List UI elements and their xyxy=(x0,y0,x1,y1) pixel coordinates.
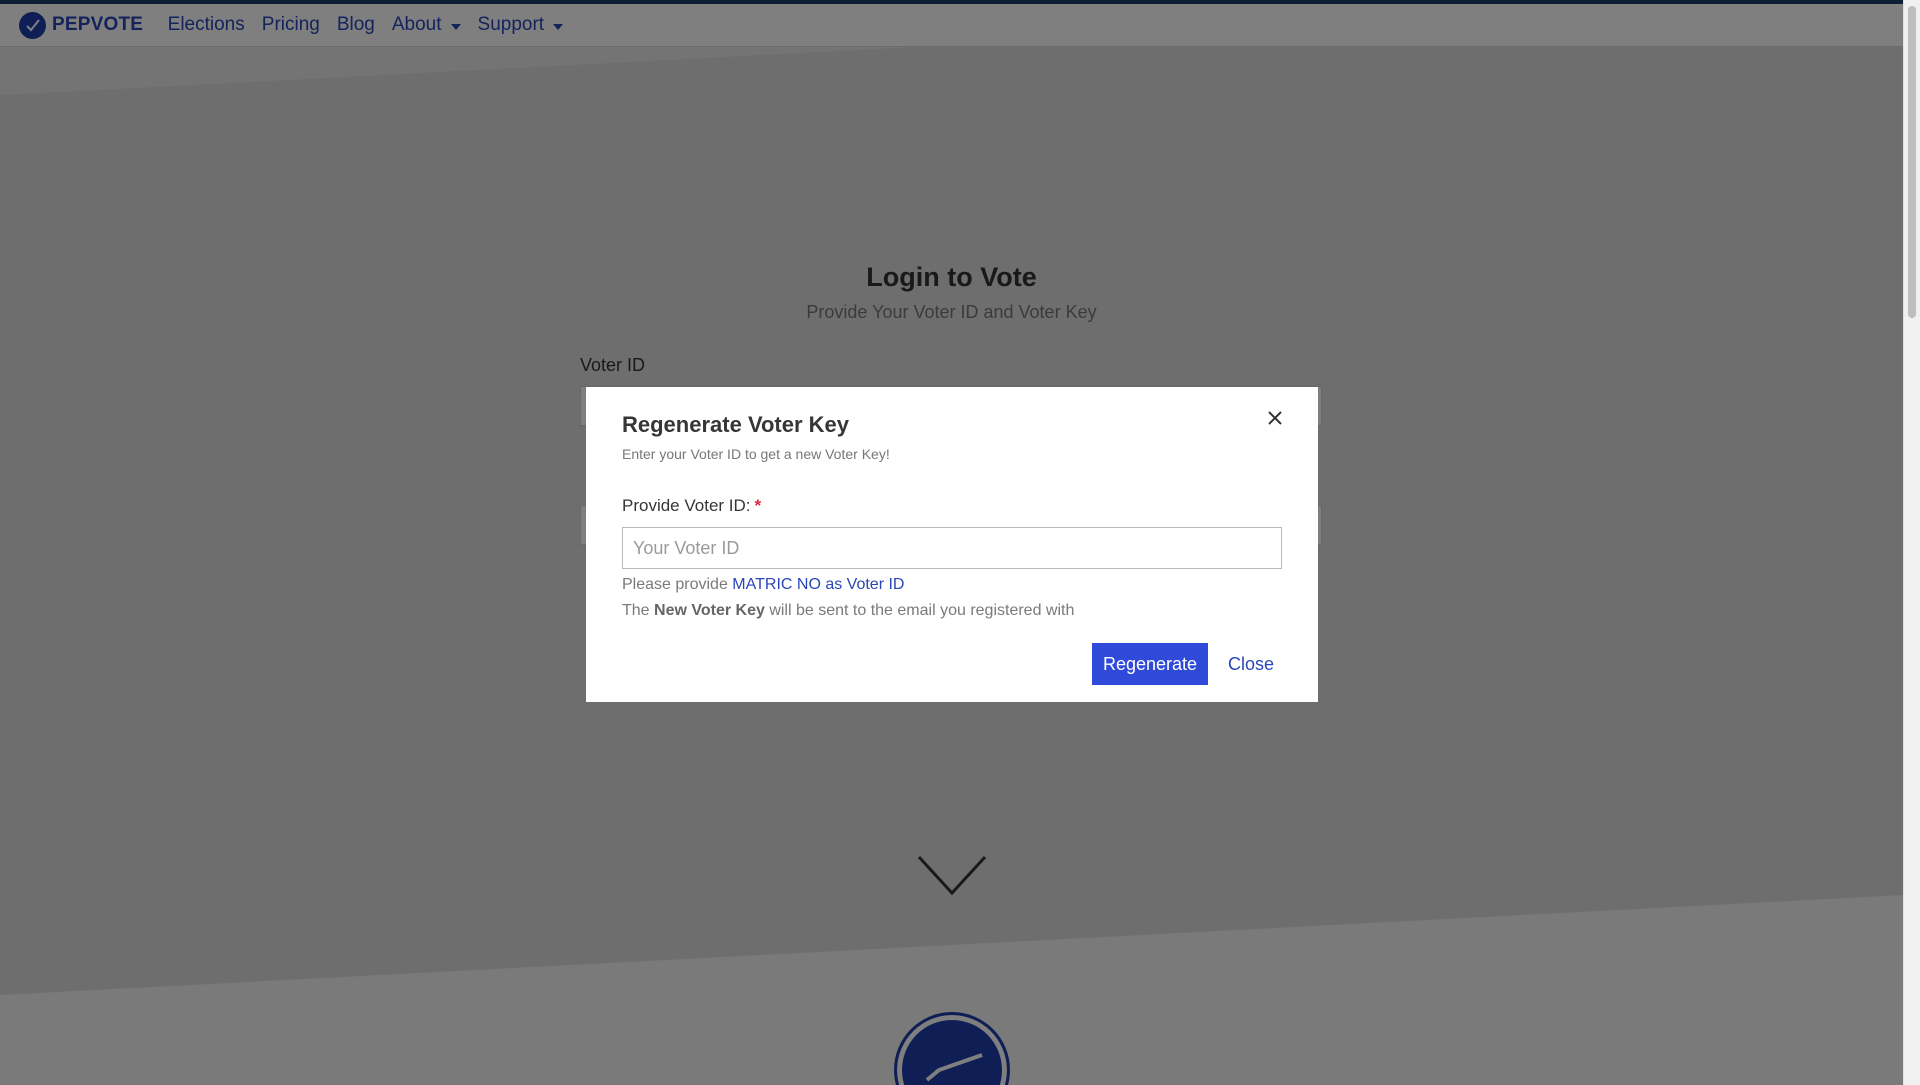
modal-subtitle: Enter your Voter ID to get a new Voter K… xyxy=(622,446,890,462)
close-button[interactable]: Close xyxy=(1216,643,1286,685)
scrollbar-thumb[interactable] xyxy=(1908,6,1916,318)
voter-id-field[interactable] xyxy=(622,527,1282,569)
regenerate-button[interactable]: Regenerate xyxy=(1092,643,1208,685)
new-key-help: The New Voter Key will be sent to the em… xyxy=(622,602,1074,620)
provide-voter-id-label: Provide Voter ID: * xyxy=(622,496,761,516)
help2-suffix: will be sent to the email you registered… xyxy=(764,602,1075,619)
close-icon[interactable] xyxy=(1264,407,1286,429)
help-prefix: Please provide xyxy=(622,576,733,593)
field-label-text: Provide Voter ID: xyxy=(622,496,751,515)
regenerate-key-modal: Regenerate Voter Key Enter your Voter ID… xyxy=(586,387,1318,702)
page: PEPVOTE Elections Pricing Blog About Sup… xyxy=(0,0,1920,1085)
matric-no-link[interactable]: MATRIC NO as Voter ID xyxy=(732,576,904,593)
help2-prefix: The xyxy=(622,602,655,619)
voter-id-help: Please provide MATRIC NO as Voter ID xyxy=(622,576,904,594)
scrollbar[interactable] xyxy=(1903,0,1920,1085)
required-marker: * xyxy=(754,496,762,515)
help2-bold: New Voter Key xyxy=(654,602,765,619)
modal-title: Regenerate Voter Key xyxy=(622,412,850,437)
